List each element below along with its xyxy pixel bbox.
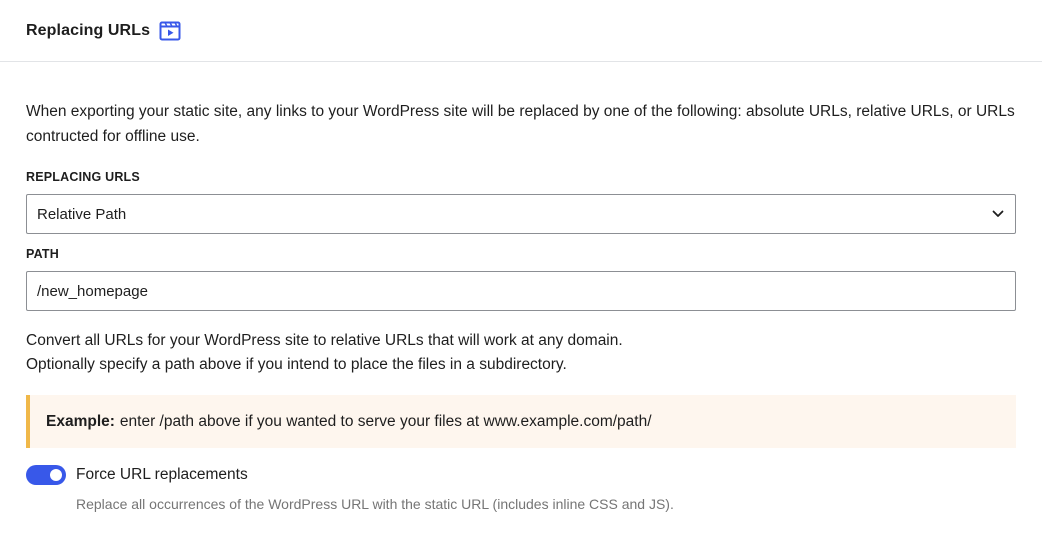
relative-path-help: Convert all URLs for your WordPress site… (26, 329, 1016, 377)
path-label: PATH (26, 247, 59, 261)
video-icon[interactable] (158, 19, 182, 43)
example-notice: Example: enter /path above if you wanted… (26, 395, 1016, 448)
path-input[interactable]: /new_homepage (26, 271, 1016, 311)
panel-body: When exporting your static site, any lin… (0, 99, 1042, 512)
chevron-down-icon (991, 207, 1005, 221)
notice-strong: Example: (46, 412, 115, 430)
replacing-urls-select[interactable]: Relative Path (26, 194, 1016, 234)
replacing-urls-selected-value: Relative Path (37, 205, 127, 223)
panel-header: Replacing URLs (0, 0, 1042, 62)
notice-text: enter /path above if you wanted to serve… (119, 412, 652, 430)
help-line-1: Convert all URLs for your WordPress site… (26, 332, 623, 349)
replacing-urls-panel: Replacing URLs When exporting your stati… (0, 0, 1042, 541)
help-line-2: Optionally specify a path above if you i… (26, 356, 567, 373)
intro-text: When exporting your static site, any lin… (26, 103, 1015, 145)
force-url-row: Force URL replacements (26, 465, 1016, 485)
force-url-label[interactable]: Force URL replacements (76, 466, 248, 484)
replacing-urls-label: REPLACING URLS (26, 170, 140, 184)
panel-title: Replacing URLs (26, 21, 151, 39)
path-input-value: /new_homepage (37, 282, 148, 300)
force-url-toggle[interactable] (26, 465, 66, 485)
force-url-help: Replace all occurrences of the WordPress… (76, 496, 674, 512)
toggle-knob (50, 469, 62, 481)
